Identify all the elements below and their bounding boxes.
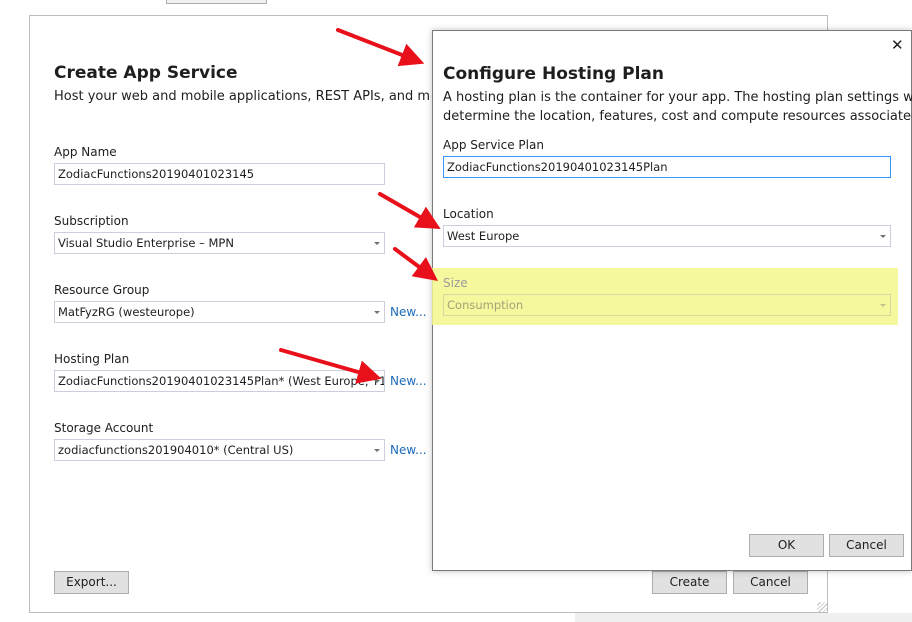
hosting-cancel-button[interactable]: Cancel [829,534,904,557]
hosting-plan-value: ZodiacFunctions20190401023145Plan* (West… [58,374,385,388]
location-dropdown[interactable]: West Europe [443,225,891,247]
chevron-down-icon [374,449,380,452]
new-hosting-plan-link[interactable]: New... [390,374,427,388]
create-app-service-title: Create App Service [54,63,238,83]
subscription-dropdown[interactable]: Visual Studio Enterprise – MPN [54,232,385,254]
background-window-button-edge [166,0,267,4]
chevron-down-icon [374,242,380,245]
close-icon[interactable]: ✕ [891,38,904,53]
storage-account-dropdown[interactable]: zodiacfunctions201904010* (Central US) [54,439,385,461]
chevron-down-icon [880,304,886,307]
size-label: Size [443,276,468,290]
size-dropdown: Consumption [443,294,891,316]
chevron-down-icon [374,380,380,383]
app-service-plan-label: App Service Plan [443,138,544,152]
location-value: West Europe [447,229,520,243]
resource-group-label: Resource Group [54,283,150,297]
export-button[interactable]: Export... [54,571,129,594]
location-label: Location [443,207,494,221]
hosting-plan-description-line1: A hosting plan is the container for your… [443,90,912,105]
background-window-strip [575,613,912,622]
subscription-value: Visual Studio Enterprise – MPN [58,236,234,250]
storage-account-label: Storage Account [54,421,154,435]
app-name-input[interactable]: ZodiacFunctions20190401023145 [54,163,385,185]
chevron-down-icon [374,311,380,314]
create-app-service-subtitle: Host your web and mobile applications, R… [54,89,431,104]
create-button[interactable]: Create [652,571,727,594]
storage-account-value: zodiacfunctions201904010* (Central US) [58,443,294,457]
hosting-plan-label: Hosting Plan [54,352,130,366]
app-service-plan-input[interactable]: ZodiacFunctions20190401023145Plan [443,156,891,178]
hosting-plan-dropdown[interactable]: ZodiacFunctions20190401023145Plan* (West… [54,370,385,392]
ok-button[interactable]: OK [749,534,824,557]
chevron-down-icon [880,235,886,238]
resize-grip[interactable] [817,602,827,612]
resource-group-dropdown[interactable]: MatFyzRG (westeurope) [54,301,385,323]
configure-hosting-plan-title: Configure Hosting Plan [443,64,664,84]
hosting-plan-description-line2: determine the location, features, cost a… [443,109,912,124]
subscription-label: Subscription [54,214,129,228]
new-storage-account-link[interactable]: New... [390,443,427,457]
resource-group-value: MatFyzRG (westeurope) [58,305,195,319]
cancel-button[interactable]: Cancel [733,571,808,594]
new-resource-group-link[interactable]: New... [390,305,427,319]
size-value: Consumption [447,298,524,312]
app-name-label: App Name [54,145,117,159]
